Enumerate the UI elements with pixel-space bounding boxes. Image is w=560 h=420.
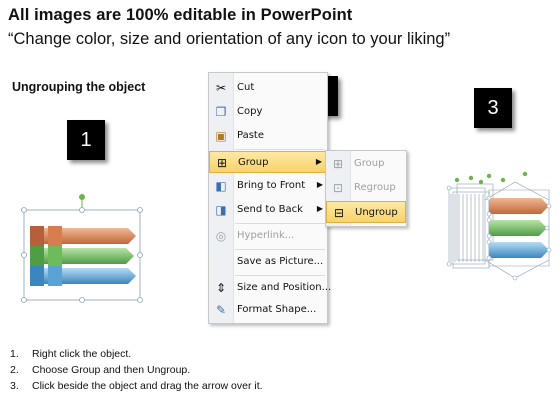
menu-item-label: Size and Position...	[237, 282, 332, 293]
menu-item-label: Copy	[237, 106, 263, 117]
menu-separator	[235, 249, 325, 250]
section-heading: Ungrouping the object	[12, 80, 146, 94]
menu-item-format-shape[interactable]: ✎ Format Shape...	[209, 299, 327, 321]
group-icon: ⊞	[332, 157, 344, 171]
menu-item-copy[interactable]: ❐ Copy	[209, 101, 327, 123]
grouped-arrows-object[interactable]	[20, 190, 150, 310]
menu-item-label: Group	[238, 157, 269, 168]
step-badge-3: 3	[474, 88, 512, 128]
group-submenu: ⊞ Group ⊡ Regroup ⊟ Ungroup	[325, 150, 407, 227]
arrow-blue	[489, 242, 549, 258]
menu-item-paste[interactable]: ▣ Paste	[209, 125, 327, 147]
regroup-icon: ⊡	[332, 181, 344, 195]
step-badge-1: 1	[67, 120, 105, 160]
submenu-item-group[interactable]: ⊞ Group	[326, 153, 406, 175]
submenu-item-label: Group	[354, 158, 385, 169]
step-text: Choose Group and then Ungroup.	[32, 364, 191, 376]
menu-item-label: Hyperlink...	[237, 230, 295, 241]
menu-item-save-as-picture[interactable]: Save as Picture...	[209, 251, 327, 273]
menu-item-label: Paste	[237, 130, 264, 141]
menu-item-send-to-back[interactable]: ◨ Send to Back ▶	[209, 199, 327, 221]
step-text: Right click the object.	[32, 348, 132, 360]
menu-item-group[interactable]: ⊞ Group ▶	[209, 151, 327, 173]
page-title: All images are 100% editable in PowerPoi…	[8, 6, 353, 24]
step-number: 2.	[10, 364, 19, 376]
menu-separator	[235, 223, 325, 224]
copy-icon: ❐	[215, 105, 227, 119]
menu-item-label: Cut	[237, 82, 255, 93]
group-icon: ⊞	[216, 156, 228, 170]
submenu-arrow-icon: ▶	[316, 204, 323, 213]
submenu-item-label: Ungroup	[355, 207, 398, 218]
page-subtitle: “Change color, size and orientation of a…	[8, 30, 451, 48]
rotation-handle	[79, 194, 85, 200]
submenu-item-ungroup[interactable]: ⊟ Ungroup	[326, 201, 406, 223]
step-item: 1. Right click the object.	[10, 346, 263, 362]
menu-item-label: Send to Back	[237, 204, 303, 215]
context-menu: ✂ Cut ❐ Copy ▣ Paste ⊞ Group ▶ ◧ Bring t…	[208, 72, 331, 324]
menu-item-label: Bring to Front	[237, 180, 306, 191]
arrow-orange	[489, 198, 549, 214]
menu-separator	[235, 149, 325, 150]
menu-item-label: Format Shape...	[237, 304, 317, 315]
size-position-icon: ⇕	[215, 281, 227, 295]
menu-item-size-and-position[interactable]: ⇕ Size and Position...	[209, 277, 331, 299]
instruction-steps: 1. Right click the object. 2. Choose Group…	[10, 346, 263, 394]
menu-item-bring-to-front[interactable]: ◧ Bring to Front ▶	[209, 175, 327, 197]
menu-item-hyperlink[interactable]: ◎ Hyperlink...	[209, 225, 327, 247]
submenu-arrow-icon: ▶	[316, 180, 323, 189]
menu-separator	[235, 275, 325, 276]
submenu-arrow-icon: ▶	[315, 157, 322, 166]
ungrouped-arrows-object[interactable]	[445, 170, 555, 285]
send-to-back-icon: ◨	[215, 203, 227, 217]
menu-item-label: Save as Picture...	[237, 256, 324, 267]
submenu-item-label: Regroup	[354, 182, 396, 193]
step-text: Click beside the object and drag the arr…	[32, 380, 263, 392]
step-number: 3.	[10, 380, 19, 392]
hyperlink-icon: ◎	[215, 229, 227, 243]
submenu-item-regroup[interactable]: ⊡ Regroup	[326, 177, 406, 199]
step-item: 2. Choose Group and then Ungroup.	[10, 362, 263, 378]
scissors-icon: ✂	[215, 81, 227, 95]
bring-to-front-icon: ◧	[215, 179, 227, 193]
menu-item-cut[interactable]: ✂ Cut	[209, 77, 327, 99]
step-item: 3. Click beside the object and drag the a…	[10, 378, 263, 394]
ungroup-icon: ⊟	[333, 206, 345, 220]
arrow-green	[489, 220, 547, 236]
paste-icon: ▣	[215, 129, 227, 143]
step-number: 1.	[10, 348, 19, 360]
format-shape-icon: ✎	[215, 303, 227, 317]
